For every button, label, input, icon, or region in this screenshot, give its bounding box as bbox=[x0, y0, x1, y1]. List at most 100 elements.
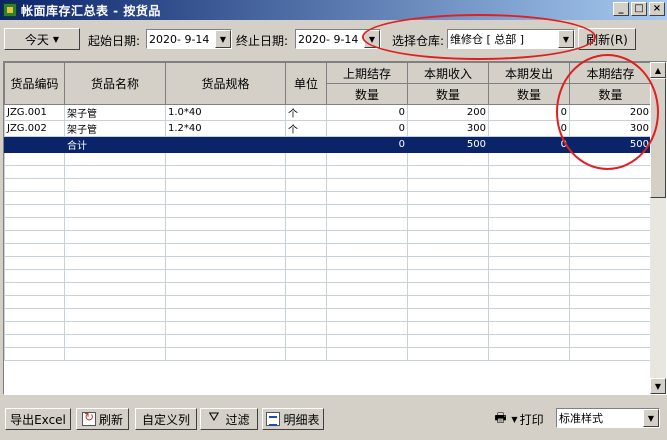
refresh-button[interactable]: 刷新(R) bbox=[578, 28, 636, 50]
refresh-bottom-button[interactable]: 刷新 bbox=[76, 408, 129, 430]
empty-cell bbox=[326, 165, 408, 179]
warehouse-select[interactable]: 维修仓 [ 总部 ] ▼ bbox=[447, 29, 575, 49]
chevron-down-icon[interactable]: ▼ bbox=[558, 30, 574, 48]
col-subheader-qty[interactable]: 数量 bbox=[326, 83, 408, 105]
empty-cell bbox=[569, 152, 652, 166]
inventory-grid[interactable]: 货品编码 货品名称 货品规格 单位 上期结存 本期收入 本期发出 本期结存 数量… bbox=[3, 61, 667, 395]
empty-cell bbox=[64, 308, 166, 322]
col-header-closing[interactable]: 本期结存 bbox=[569, 62, 652, 84]
col-header-name[interactable]: 货品名称 bbox=[64, 62, 166, 105]
empty-cell bbox=[326, 178, 408, 192]
cell-code: JZG.001 bbox=[4, 104, 65, 121]
vertical-scrollbar[interactable]: ▲ ▼ bbox=[650, 62, 666, 394]
detail-label: 明细表 bbox=[283, 412, 320, 427]
empty-row bbox=[4, 334, 652, 348]
print-button[interactable]: ▼ 打印 bbox=[490, 408, 548, 431]
empty-cell bbox=[407, 243, 489, 257]
detail-list-icon bbox=[266, 412, 281, 426]
empty-cell bbox=[326, 334, 408, 348]
scroll-down-icon[interactable]: ▼ bbox=[650, 378, 666, 394]
empty-cell bbox=[326, 217, 408, 231]
detail-button[interactable]: 明细表 bbox=[262, 408, 324, 430]
filter-label: 过滤 bbox=[225, 412, 250, 427]
empty-cell bbox=[4, 178, 65, 192]
total-closing-qty: 500 bbox=[569, 136, 652, 153]
table-row[interactable]: JZG.002 架子管 1.2*40 个 0 300 0 300 bbox=[4, 120, 652, 137]
empty-cell bbox=[569, 256, 652, 270]
cell-unit bbox=[285, 136, 327, 153]
empty-cell bbox=[165, 269, 286, 283]
inventory-summary-window: 帐面库存汇总表 - 按货品 _ □ × 今天 ▼ 起始日期: 2020- 9-1… bbox=[0, 0, 667, 440]
end-date-label: 终止日期: bbox=[236, 34, 289, 48]
col-header-issue[interactable]: 本期发出 bbox=[488, 62, 570, 84]
empty-cell bbox=[488, 295, 570, 309]
empty-cell bbox=[165, 295, 286, 309]
empty-row bbox=[4, 230, 652, 244]
cell-in-qty: 200 bbox=[407, 104, 489, 121]
col-subheader-qty[interactable]: 数量 bbox=[569, 83, 652, 105]
empty-cell bbox=[4, 269, 65, 283]
empty-cell bbox=[407, 308, 489, 322]
empty-row bbox=[4, 165, 652, 179]
app-icon bbox=[3, 3, 17, 17]
empty-cell bbox=[569, 191, 652, 205]
empty-cell bbox=[488, 269, 570, 283]
empty-cell bbox=[4, 152, 65, 166]
close-button[interactable]: × bbox=[649, 2, 665, 16]
chevron-down-icon[interactable]: ▼ bbox=[364, 30, 380, 48]
toolbar: 今天 ▼ 起始日期: 2020- 9-14 ▼ 终止日期: 2020- 9-14… bbox=[0, 22, 667, 58]
table-row[interactable]: JZG.001 架子管 1.0*40 个 0 200 0 200 bbox=[4, 104, 652, 121]
col-header-prev-stock[interactable]: 上期结存 bbox=[326, 62, 408, 84]
minimize-button[interactable]: _ bbox=[613, 2, 629, 16]
empty-cell bbox=[64, 178, 166, 192]
empty-cell bbox=[326, 230, 408, 244]
empty-cell bbox=[326, 204, 408, 218]
custom-columns-button[interactable]: 自定义列 bbox=[135, 408, 197, 430]
empty-cell bbox=[488, 152, 570, 166]
empty-cell bbox=[488, 230, 570, 244]
print-style-select[interactable]: 标准样式 ▼ bbox=[556, 408, 660, 428]
empty-cell bbox=[569, 295, 652, 309]
cell-spec: 1.2*40 bbox=[165, 120, 286, 137]
title-bar: 帐面库存汇总表 - 按货品 _ □ × bbox=[0, 0, 667, 20]
today-dropdown-button[interactable]: 今天 ▼ bbox=[4, 28, 80, 50]
start-date-picker[interactable]: 2020- 9-14 ▼ bbox=[146, 29, 232, 49]
empty-cell bbox=[4, 165, 65, 179]
maximize-button[interactable]: □ bbox=[631, 2, 647, 16]
empty-cell bbox=[165, 152, 286, 166]
col-header-code[interactable]: 货品编码 bbox=[4, 62, 65, 105]
scrollbar-thumb[interactable] bbox=[650, 78, 666, 198]
total-row[interactable]: 合计 0 500 0 500 bbox=[4, 136, 652, 153]
export-excel-button[interactable]: 导出Excel bbox=[5, 408, 71, 430]
empty-cell bbox=[488, 334, 570, 348]
empty-cell bbox=[64, 347, 166, 361]
empty-cell bbox=[326, 347, 408, 361]
empty-cell bbox=[285, 191, 327, 205]
empty-cell bbox=[64, 230, 166, 244]
col-header-unit[interactable]: 单位 bbox=[285, 62, 327, 105]
empty-cell bbox=[285, 282, 327, 296]
empty-row bbox=[4, 204, 652, 218]
empty-cell bbox=[488, 321, 570, 335]
empty-cell bbox=[569, 269, 652, 283]
chevron-down-icon[interactable]: ▼ bbox=[215, 30, 231, 48]
empty-row bbox=[4, 152, 652, 166]
col-header-spec[interactable]: 货品规格 bbox=[165, 62, 286, 105]
empty-cell bbox=[165, 230, 286, 244]
empty-row bbox=[4, 256, 652, 270]
empty-cell bbox=[326, 243, 408, 257]
chevron-down-icon[interactable]: ▼ bbox=[643, 409, 659, 427]
empty-cell bbox=[407, 217, 489, 231]
print-label: 打印 bbox=[519, 412, 544, 427]
empty-cell bbox=[326, 282, 408, 296]
col-subheader-qty[interactable]: 数量 bbox=[488, 83, 570, 105]
col-header-receipt[interactable]: 本期收入 bbox=[407, 62, 489, 84]
cell-prev-qty: 0 bbox=[326, 104, 408, 121]
empty-cell bbox=[488, 256, 570, 270]
col-subheader-qty[interactable]: 数量 bbox=[407, 83, 489, 105]
filter-button[interactable]: 过滤 bbox=[200, 408, 258, 430]
end-date-picker[interactable]: 2020- 9-14 ▼ bbox=[295, 29, 381, 49]
scroll-up-icon[interactable]: ▲ bbox=[650, 62, 666, 78]
printer-icon bbox=[494, 409, 508, 431]
empty-cell bbox=[165, 347, 286, 361]
